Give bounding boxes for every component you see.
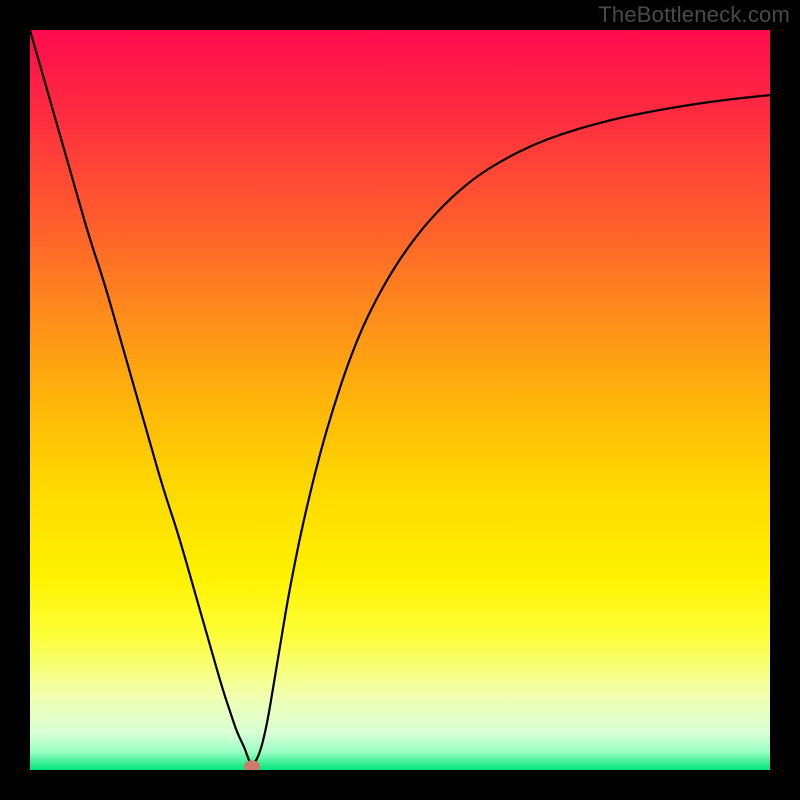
chart-frame: TheBottleneck.com	[0, 0, 800, 800]
plot-area	[30, 30, 770, 770]
gradient-background	[30, 30, 770, 770]
chart-svg	[30, 30, 770, 770]
watermark-text: TheBottleneck.com	[598, 2, 790, 28]
